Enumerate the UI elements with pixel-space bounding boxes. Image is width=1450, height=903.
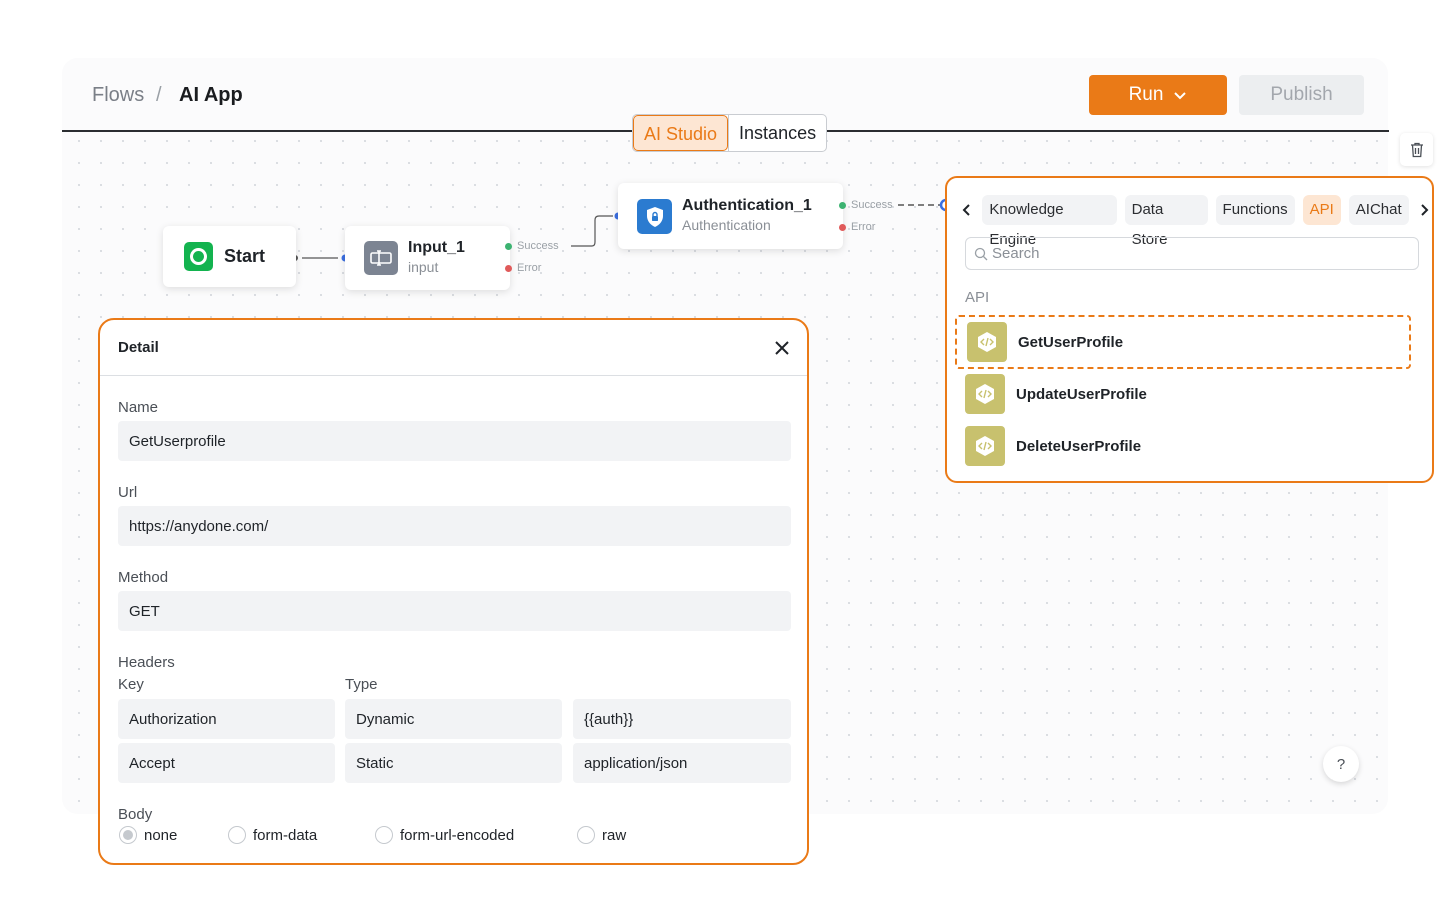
input-success-port[interactable]: Success xyxy=(505,240,559,252)
port-label: Error xyxy=(851,221,876,233)
radio-label: raw xyxy=(602,826,627,844)
tab-functions[interactable]: Functions xyxy=(1215,195,1295,225)
publish-button[interactable]: Publish xyxy=(1239,75,1364,115)
mode-switcher: AI Studio Instances xyxy=(632,114,828,152)
auth-node-label: Authentication_1 xyxy=(682,197,812,214)
api-item-name: DeleteUserProfile xyxy=(1016,437,1142,455)
body-radio-form-url-encoded[interactable]: form-url-encoded xyxy=(375,826,514,844)
api-code-icon xyxy=(967,322,1007,362)
authentication-node[interactable]: Authentication_1 Authentication xyxy=(618,183,843,249)
breadcrumb-flows-link[interactable]: Flows xyxy=(92,84,144,107)
radio-unselected xyxy=(577,826,595,844)
tab-instances[interactable]: Instances xyxy=(728,115,826,151)
start-node[interactable]: Start xyxy=(163,226,296,287)
tab-ai-studio[interactable]: AI Studio xyxy=(633,115,729,151)
port-label: Success xyxy=(851,199,893,211)
library-tabs: Knowledge Engine Data Store Functions AP… xyxy=(959,195,1432,248)
name-field[interactable]: GetUserprofile xyxy=(118,421,791,461)
tab-data-store[interactable]: Data Store xyxy=(1124,195,1208,248)
port-label: Error xyxy=(517,262,542,274)
url-field[interactable]: https://anydone.com/ xyxy=(118,506,791,546)
search-icon xyxy=(974,247,988,260)
detail-panel: Detail Name GetUserprofile Url https://a… xyxy=(98,318,809,865)
close-icon xyxy=(775,341,789,355)
input-error-port[interactable]: Error xyxy=(505,262,541,274)
run-button[interactable]: Run xyxy=(1089,75,1227,115)
header-value-field[interactable]: {{auth}} xyxy=(573,699,791,739)
breadcrumb-separator: / xyxy=(156,84,162,106)
input-node-type: input xyxy=(408,259,439,275)
radio-label: form-url-encoded xyxy=(400,826,515,844)
breadcrumb-current-page: AI App xyxy=(179,84,243,106)
url-label: Url xyxy=(118,484,138,501)
node-library-panel: Knowledge Engine Data Store Functions AP… xyxy=(945,176,1434,483)
chevron-left-icon[interactable] xyxy=(959,195,974,225)
header-key-field[interactable]: Accept xyxy=(118,743,335,783)
text-input-icon xyxy=(364,241,398,275)
header-value-field[interactable]: application/json xyxy=(573,743,791,783)
port-label: Success xyxy=(517,240,559,252)
body-label: Body xyxy=(118,806,153,823)
body-radio-form-data[interactable]: form-data xyxy=(228,826,317,844)
name-label: Name xyxy=(118,399,159,416)
header-type-field[interactable]: Dynamic xyxy=(345,699,562,739)
auth-error-port[interactable]: Error xyxy=(839,221,875,233)
tab-api[interactable]: API xyxy=(1302,195,1341,225)
key-column-label: Key xyxy=(118,676,144,693)
api-item-name: GetUserProfile xyxy=(1018,333,1124,351)
chevron-right-icon[interactable] xyxy=(1417,195,1432,225)
body-radio-raw[interactable]: raw xyxy=(577,826,626,844)
method-label: Method xyxy=(118,569,169,586)
trash-icon xyxy=(1410,142,1423,157)
header-type-field[interactable]: Static xyxy=(345,743,562,783)
start-icon xyxy=(184,242,213,271)
search-input[interactable]: Search xyxy=(965,237,1419,270)
radio-unselected xyxy=(375,826,393,844)
body-radio-none[interactable]: none xyxy=(119,826,177,844)
shield-lock-icon xyxy=(637,199,672,234)
api-item-name: UpdateUserProfile xyxy=(1016,385,1147,403)
detail-title: Detail xyxy=(118,339,159,356)
method-field[interactable]: GET xyxy=(118,591,791,631)
radio-selected xyxy=(119,826,137,844)
close-button[interactable] xyxy=(770,336,794,360)
header-key-field[interactable]: Authorization xyxy=(118,699,335,739)
run-button-label: Run xyxy=(1128,84,1164,105)
api-code-icon xyxy=(965,374,1005,414)
help-button[interactable]: ? xyxy=(1323,746,1359,782)
input-node[interactable]: Input_1 input xyxy=(345,226,510,290)
api-item-getuserprofile[interactable]: GetUserProfile xyxy=(955,315,1411,369)
auth-node-type: Authentication xyxy=(682,217,771,233)
tab-knowledge-engine[interactable]: Knowledge Engine xyxy=(982,195,1117,248)
radio-label: none xyxy=(144,826,178,844)
search-placeholder: Search xyxy=(992,245,1040,262)
input-node-label: Input_1 xyxy=(408,239,465,256)
auth-success-port[interactable]: Success xyxy=(839,199,893,211)
delete-button[interactable] xyxy=(1400,133,1433,166)
radio-label: form-data xyxy=(253,826,318,844)
section-heading: API xyxy=(965,289,990,306)
type-column-label: Type xyxy=(345,676,378,693)
api-item-updateuserprofile[interactable]: UpdateUserProfile xyxy=(955,367,1411,421)
api-code-icon xyxy=(965,426,1005,466)
api-item-deleteuserprofile[interactable]: DeleteUserProfile xyxy=(955,419,1411,473)
detail-divider xyxy=(100,375,807,376)
chevron-down-icon xyxy=(1174,92,1187,100)
headers-label: Headers xyxy=(118,654,175,671)
tab-aichat[interactable]: AIChat xyxy=(1348,195,1409,225)
flow-editor: Flows / AI App Run Publish AI Studio Ins… xyxy=(0,0,1450,903)
radio-unselected xyxy=(228,826,246,844)
start-node-label: Start xyxy=(224,246,266,266)
